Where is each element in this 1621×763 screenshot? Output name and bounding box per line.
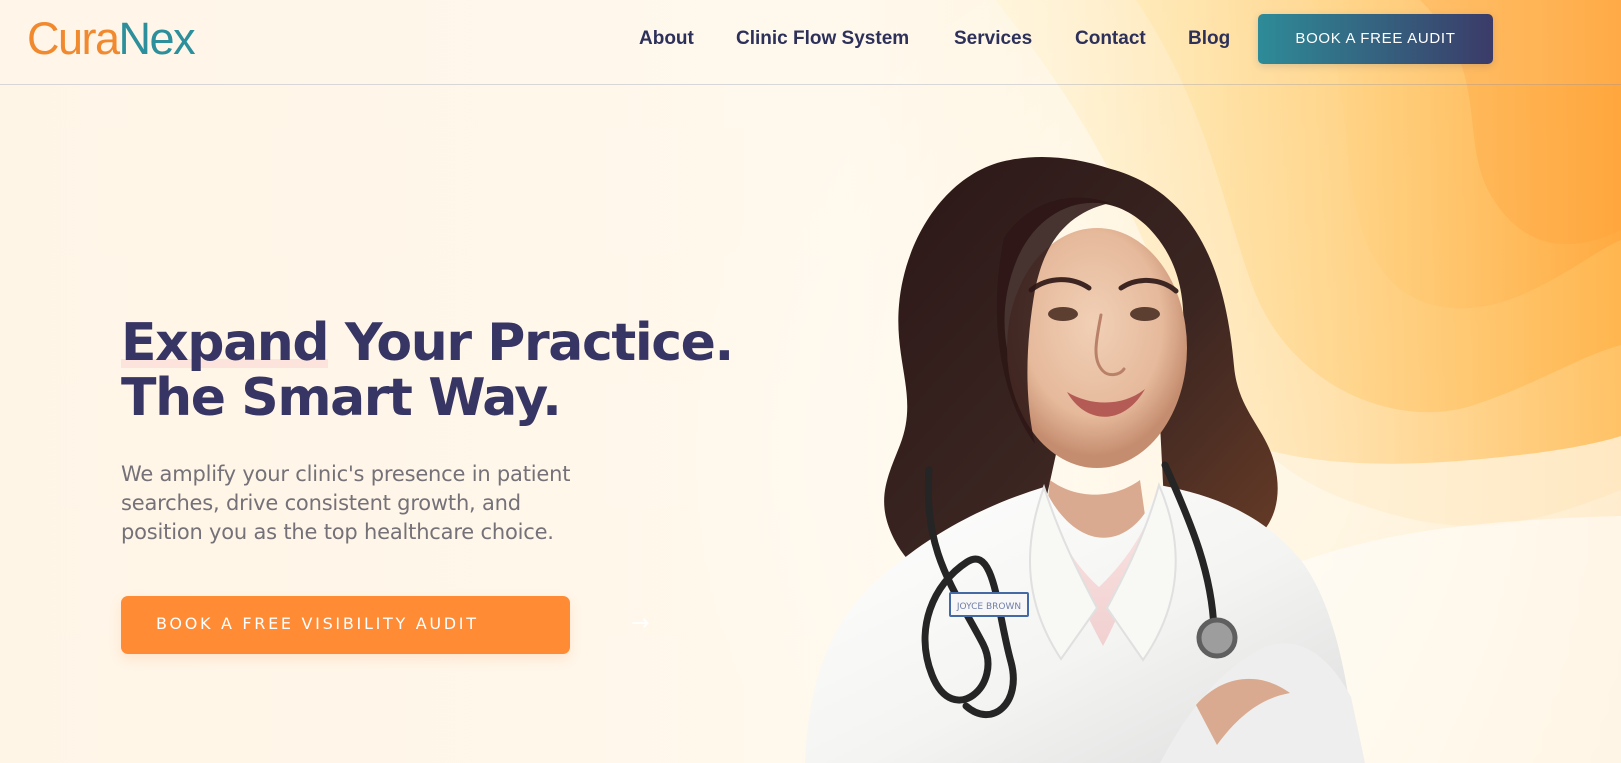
book-free-visibility-audit-button[interactable]: BOOK A FREE VISIBILITY AUDIT → [121,596,649,654]
hero-title-line-1-rest: Your Practice. [328,313,734,373]
nav-blog-link[interactable]: Blog [1188,24,1230,54]
hero-title-highlight: Expand [121,313,330,373]
book-free-audit-button[interactable]: BOOK A FREE AUDIT [1258,14,1493,64]
logo-cura-text: Cura [27,13,120,64]
hero-title: Expand Your Practice. The Smart Way. [121,316,771,426]
hero-copy: Expand Your Practice. The Smart Way. [121,316,771,426]
nav-about-link[interactable]: About [639,24,694,54]
nav-contact-link[interactable]: Contact [1075,24,1146,54]
hero-title-line-1: Expand Your Practice. [121,316,771,371]
doctor-eye-left [1048,307,1078,321]
brand-logo[interactable]: CuraNex [27,10,196,68]
logo-nex-text: Nex [118,13,196,64]
hero-description: We amplify your clinic's presence in pat… [121,462,571,544]
hero-cta-label: BOOK A FREE VISIBILITY AUDIT [156,614,479,633]
arrow-right-icon: → [631,611,653,636]
hero-title-line-2: The Smart Way. [121,368,562,428]
doctor-eye-right [1130,307,1160,321]
name-badge-text: JOYCE BROWN [956,602,1021,612]
doctor-portrait-image: JOYCE BROWN [805,157,1365,763]
stethoscope-chestpiece [1196,617,1238,659]
nav-clinic-flow-system-link[interactable]: Clinic Flow System [736,24,909,54]
site-header: CuraNex About Clinic Flow System Service… [0,0,1621,85]
landing-page: CuraNex About Clinic Flow System Service… [0,0,1621,763]
nav-services-link[interactable]: Services [954,24,1032,54]
